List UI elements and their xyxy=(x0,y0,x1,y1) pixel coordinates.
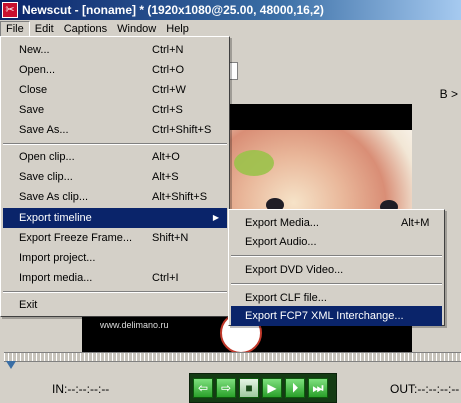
watermark-text: www.delimano.ru xyxy=(100,320,169,330)
menu-item-save[interactable]: Save Ctrl+S xyxy=(3,100,227,120)
menu-help[interactable]: Help xyxy=(161,21,194,37)
menu-separator xyxy=(3,143,227,145)
arrow-right-icon[interactable]: ⇨ xyxy=(216,378,236,398)
menu-item-export-clf[interactable]: Export CLF file... xyxy=(231,288,442,308)
step-forward-icon[interactable]: ⏵ xyxy=(285,378,305,398)
out-point-label: OUT:--:--:--:-- xyxy=(390,382,460,396)
play-icon[interactable]: ▶ xyxy=(262,378,282,398)
arrow-left-icon[interactable]: ⇦ xyxy=(193,378,213,398)
file-menu: New... Ctrl+N Open... Ctrl+O Close Ctrl+… xyxy=(0,36,230,317)
menu-item-export-audio[interactable]: Export Audio... xyxy=(231,232,442,252)
menu-item-export-timeline[interactable]: Export timeline ▶ xyxy=(3,208,227,228)
menu-captions[interactable]: Captions xyxy=(59,21,112,37)
menu-file[interactable]: File xyxy=(0,21,30,37)
menu-item-save-as[interactable]: Save As... Ctrl+Shift+S xyxy=(3,120,227,140)
menu-item-save-as-clip[interactable]: Save As clip... Alt+Shift+S xyxy=(3,187,227,207)
menu-window[interactable]: Window xyxy=(112,21,161,37)
title-bar: ✂ Newscut - [noname] * (1920x1080@25.00,… xyxy=(0,0,461,20)
garnish-shape xyxy=(234,150,274,176)
menu-item-close[interactable]: Close Ctrl+W xyxy=(3,80,227,100)
menu-item-export-fcp7-xml[interactable]: Export FCP7 XML Interchange... xyxy=(231,306,442,326)
menu-separator xyxy=(3,291,227,293)
menu-item-export-media[interactable]: Export Media... Alt+M xyxy=(231,213,442,233)
transport-controls: ⇦ ⇨ ■ ▶ ⏵ ⏭ xyxy=(189,373,337,403)
stop-icon[interactable]: ■ xyxy=(239,378,259,398)
menu-item-open-clip[interactable]: Open clip... Alt+O xyxy=(3,147,227,167)
menu-edit[interactable]: Edit xyxy=(30,21,59,37)
in-point-label: IN:--:--:--:-- xyxy=(52,382,110,396)
menu-item-exit[interactable]: Exit xyxy=(3,295,227,315)
window-title: Newscut - [noname] * (1920x1080@25.00, 4… xyxy=(22,3,324,17)
menu-item-export-freeze-frame[interactable]: Export Freeze Frame... Shift+N xyxy=(3,228,227,248)
menu-item-open[interactable]: Open... Ctrl+O xyxy=(3,60,227,80)
timeline-ruler[interactable] xyxy=(4,352,461,362)
playhead-marker[interactable] xyxy=(6,361,16,369)
menu-item-export-dvd[interactable]: Export DVD Video... xyxy=(231,260,442,280)
submenu-arrow-icon: ▶ xyxy=(212,213,219,222)
menu-item-new[interactable]: New... Ctrl+N xyxy=(3,40,227,60)
menu-item-import-project[interactable]: Import project... xyxy=(3,248,227,268)
menu-separator xyxy=(231,255,442,257)
newscut-app-icon[interactable]: ✂ xyxy=(2,2,18,18)
menu-item-save-clip[interactable]: Save clip... Alt+S xyxy=(3,167,227,187)
menu-separator xyxy=(231,283,442,285)
export-timeline-submenu: Export Media... Alt+M Export Audio... Ex… xyxy=(228,209,445,326)
menu-item-import-media[interactable]: Import media... Ctrl+I xyxy=(3,268,227,288)
viewer-b-label[interactable]: B > xyxy=(440,87,458,101)
skip-end-icon[interactable]: ⏭ xyxy=(308,378,328,398)
